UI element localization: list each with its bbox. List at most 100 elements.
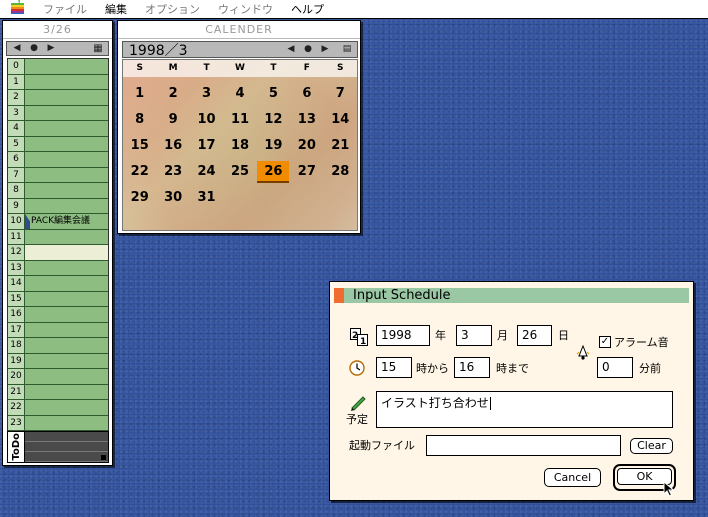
- day-cell[interactable]: 31: [190, 185, 223, 211]
- day-cell[interactable]: 18: [223, 133, 256, 159]
- hour-row[interactable]: 9: [8, 198, 108, 214]
- day-cell[interactable]: 25: [223, 159, 256, 185]
- day-cell[interactable]: 10: [190, 107, 223, 133]
- day-cell[interactable]: 14: [324, 107, 357, 133]
- day-cell[interactable]: 28: [324, 159, 357, 185]
- hour-row[interactable]: 8: [8, 183, 108, 199]
- hour-row[interactable]: 10 PACK編集会議: [8, 214, 108, 230]
- hour-row[interactable]: 7: [8, 167, 108, 183]
- prev-month-icon[interactable]: ◀: [284, 44, 298, 55]
- day-cell[interactable]: 11: [223, 107, 256, 133]
- hour-row[interactable]: 22: [8, 400, 108, 416]
- day-cell[interactable]: 24: [190, 159, 223, 185]
- hour-slot[interactable]: [25, 354, 108, 369]
- day-cell[interactable]: 29: [123, 185, 156, 211]
- hour-row[interactable]: 5: [8, 136, 108, 152]
- day-cell[interactable]: 30: [156, 185, 189, 211]
- month-field[interactable]: 3: [456, 325, 492, 346]
- hour-slot[interactable]: [25, 137, 108, 152]
- day-cell[interactable]: 2: [156, 81, 189, 107]
- hour-row[interactable]: 1: [8, 74, 108, 90]
- day-cell[interactable]: 4: [223, 81, 256, 107]
- hour-row[interactable]: 18: [8, 338, 108, 354]
- launch-file-field[interactable]: [426, 435, 621, 456]
- hour-slot[interactable]: [25, 338, 108, 353]
- list-view-icon[interactable]: ▤: [340, 44, 354, 55]
- day-cell[interactable]: 16: [156, 133, 189, 159]
- hour-slot[interactable]: [25, 276, 108, 291]
- day-cell[interactable]: 13: [290, 107, 323, 133]
- day-cell[interactable]: 20: [290, 133, 323, 159]
- cancel-button[interactable]: Cancel: [544, 468, 601, 487]
- day-cell-today[interactable]: 26: [257, 159, 290, 185]
- hour-row[interactable]: 12: [8, 245, 108, 261]
- day-cell[interactable]: 3: [190, 81, 223, 107]
- day-cell[interactable]: 7: [324, 81, 357, 107]
- menu-item[interactable]: ウィンドウ: [209, 1, 282, 17]
- day-cell[interactable]: 22: [123, 159, 156, 185]
- day-cell[interactable]: 21: [324, 133, 357, 159]
- resize-handle-icon[interactable]: [101, 455, 106, 460]
- year-field[interactable]: 1998: [376, 325, 430, 346]
- hour-row[interactable]: 13: [8, 260, 108, 276]
- alarm-checkbox[interactable]: ✓: [599, 336, 611, 348]
- hour-row[interactable]: 2: [8, 90, 108, 106]
- hour-slot[interactable]: [25, 261, 108, 276]
- current-month-icon[interactable]: ●: [301, 44, 315, 55]
- plan-field[interactable]: イラスト打ち合わせ: [376, 391, 673, 428]
- menu-item[interactable]: ヘルプ: [282, 1, 333, 17]
- hour-slot[interactable]: [25, 245, 108, 260]
- day-cell[interactable]: 8: [123, 107, 156, 133]
- day-cell[interactable]: 5: [257, 81, 290, 107]
- todo-list[interactable]: [25, 432, 108, 462]
- menu-item[interactable]: ファイル: [34, 1, 96, 17]
- grid-view-icon[interactable]: ▦: [91, 43, 105, 54]
- menu-item[interactable]: 編集: [96, 1, 136, 17]
- day-cell[interactable]: 1: [123, 81, 156, 107]
- hour-slot[interactable]: [25, 416, 108, 431]
- hour-row[interactable]: 21: [8, 384, 108, 400]
- current-day-icon[interactable]: ●: [27, 43, 41, 54]
- hour-row[interactable]: 16: [8, 307, 108, 323]
- clear-button[interactable]: Clear: [630, 438, 673, 454]
- hour-slot[interactable]: [25, 121, 108, 136]
- hour-row[interactable]: 6: [8, 152, 108, 168]
- hour-row[interactable]: 11: [8, 229, 108, 245]
- todo-panel[interactable]: ToDo: [7, 431, 109, 463]
- hour-slot[interactable]: PACK編集会議: [25, 214, 108, 229]
- alarm-minutes-field[interactable]: 0: [597, 357, 633, 378]
- hour-slot[interactable]: [25, 75, 108, 90]
- day-cell[interactable]: 9: [156, 107, 189, 133]
- hour-slot[interactable]: [25, 199, 108, 214]
- next-day-icon[interactable]: ▶: [44, 43, 58, 54]
- hour-slot[interactable]: [25, 307, 108, 322]
- day-cell[interactable]: 17: [190, 133, 223, 159]
- hour-slot[interactable]: [25, 59, 108, 74]
- hour-row[interactable]: 0: [8, 59, 108, 75]
- start-hour-field[interactable]: 15: [376, 357, 412, 378]
- hour-slot[interactable]: [25, 90, 108, 105]
- day-cell[interactable]: 27: [290, 159, 323, 185]
- day-cell[interactable]: 15: [123, 133, 156, 159]
- menu-item[interactable]: オプション: [136, 1, 209, 17]
- hour-slot[interactable]: [25, 369, 108, 384]
- day-cell[interactable]: 6: [290, 81, 323, 107]
- hour-slot[interactable]: [25, 230, 108, 245]
- hour-row[interactable]: 15: [8, 291, 108, 307]
- day-cell[interactable]: 19: [257, 133, 290, 159]
- hour-slot[interactable]: [25, 168, 108, 183]
- event-text[interactable]: PACK編集会議: [31, 216, 90, 226]
- hour-row[interactable]: 23: [8, 415, 108, 431]
- hour-row[interactable]: 4: [8, 121, 108, 137]
- day-field[interactable]: 26: [517, 325, 552, 346]
- hour-slot[interactable]: [25, 106, 108, 121]
- hour-row[interactable]: 3: [8, 105, 108, 121]
- hour-slot[interactable]: [25, 183, 108, 198]
- end-hour-field[interactable]: 16: [454, 357, 490, 378]
- hour-slot[interactable]: [25, 292, 108, 307]
- apple-icon[interactable]: [0, 0, 34, 18]
- day-cell[interactable]: 23: [156, 159, 189, 185]
- hour-row[interactable]: 20: [8, 369, 108, 385]
- hour-row[interactable]: 17: [8, 322, 108, 338]
- hour-row[interactable]: 14: [8, 276, 108, 292]
